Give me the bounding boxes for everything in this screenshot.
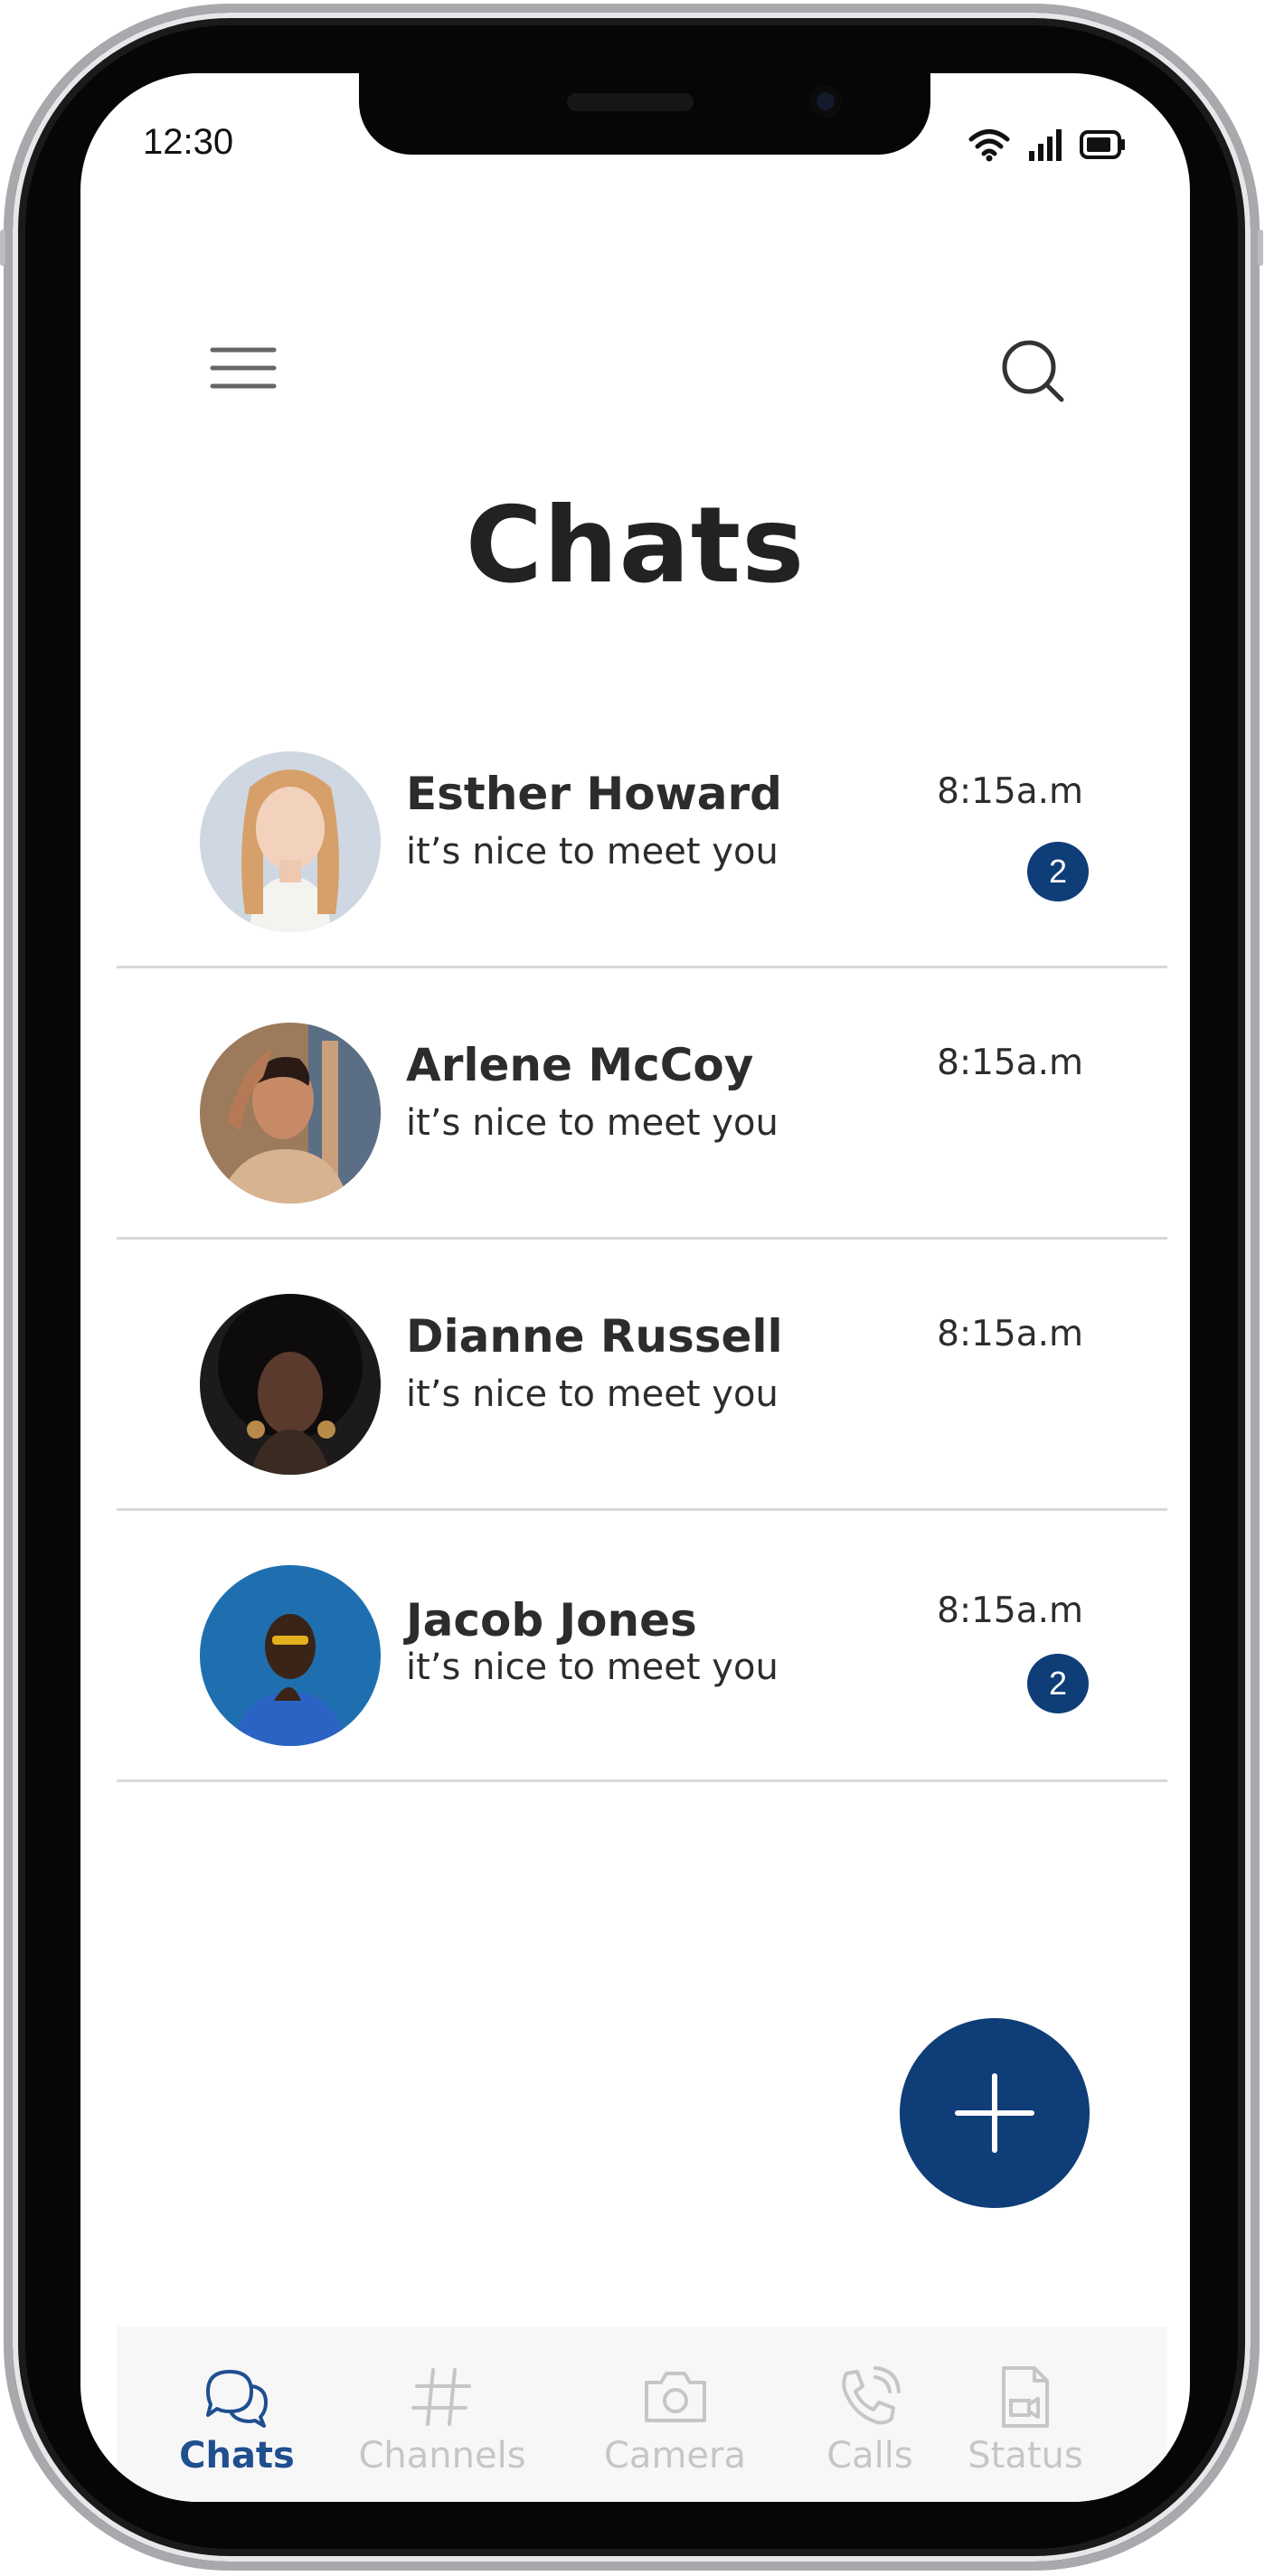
app-screen: 12:30 Chats Esther Howard it’s nice to m… xyxy=(80,73,1190,2502)
side-button xyxy=(0,230,5,266)
phone-icon xyxy=(842,2366,901,2425)
chat-name: Dianne Russell xyxy=(406,1310,783,1363)
tab-channels[interactable]: Channels xyxy=(338,2326,546,2502)
search-button[interactable] xyxy=(993,331,1074,412)
avatar xyxy=(200,1023,381,1203)
page-title: Chats xyxy=(465,485,806,607)
chat-time: 8:15a.m xyxy=(937,1314,1083,1354)
chat-row[interactable]: Dianne Russell it’s nice to meet you 8:1… xyxy=(117,1240,1167,1511)
search-icon xyxy=(1002,340,1064,402)
divider xyxy=(117,1779,1167,1782)
chat-bubbles-icon xyxy=(206,2370,268,2428)
tab-camera[interactable]: Camera xyxy=(573,2326,777,2502)
camera-icon xyxy=(644,2372,706,2422)
battery-icon xyxy=(1080,130,1125,159)
chat-name: Arlene McCoy xyxy=(406,1039,754,1091)
bottom-nav: Chats Channels Camera Calls Status xyxy=(117,2326,1167,2502)
tab-chats[interactable]: Chats xyxy=(169,2326,305,2502)
tab-status-label: Status xyxy=(968,2435,1083,2477)
plus-icon xyxy=(955,2073,1034,2153)
tab-calls-label: Calls xyxy=(826,2435,913,2477)
hashtag-icon xyxy=(411,2368,471,2426)
chat-time: 8:15a.m xyxy=(937,1043,1083,1083)
chat-preview: it’s nice to meet you xyxy=(406,1102,779,1144)
new-chat-button[interactable] xyxy=(900,2018,1090,2208)
tab-camera-label: Camera xyxy=(604,2435,746,2477)
chat-row[interactable]: Esther Howard it’s nice to meet you 8:15… xyxy=(117,697,1167,968)
notch-speaker xyxy=(567,93,694,111)
chat-time: 8:15a.m xyxy=(937,1590,1083,1631)
unread-badge: 2 xyxy=(1027,842,1089,901)
status-icons xyxy=(968,127,1127,162)
chat-name: Esther Howard xyxy=(406,768,782,820)
chat-time: 8:15a.m xyxy=(937,771,1083,812)
chat-row[interactable]: Jacob Jones it’s nice to meet you 8:15a.… xyxy=(117,1511,1167,1782)
status-icon xyxy=(1002,2366,1049,2428)
unread-badge: 2 xyxy=(1027,1654,1089,1713)
chat-name: Jacob Jones xyxy=(406,1594,697,1647)
chat-preview: it’s nice to meet you xyxy=(406,1373,779,1415)
chat-preview: it’s nice to meet you xyxy=(406,831,779,873)
menu-button[interactable] xyxy=(207,332,279,404)
side-button xyxy=(1258,230,1263,266)
chat-row[interactable]: Arlene McCoy it’s nice to meet you 8:15a… xyxy=(117,968,1167,1240)
notch xyxy=(359,73,930,155)
chat-preview: it’s nice to meet you xyxy=(406,1647,779,1688)
avatar xyxy=(200,1294,381,1475)
front-camera xyxy=(809,85,842,118)
avatar xyxy=(200,751,381,932)
tab-calls[interactable]: Calls xyxy=(802,2326,938,2502)
status-time: 12:30 xyxy=(143,122,234,162)
tab-chats-label: Chats xyxy=(179,2435,295,2477)
hamburger-menu-icon xyxy=(210,347,277,389)
wifi-icon xyxy=(968,129,1010,162)
avatar xyxy=(200,1565,381,1746)
signal-icon xyxy=(1029,129,1062,161)
tab-channels-label: Channels xyxy=(358,2435,526,2477)
tab-status[interactable]: Status xyxy=(953,2326,1098,2502)
